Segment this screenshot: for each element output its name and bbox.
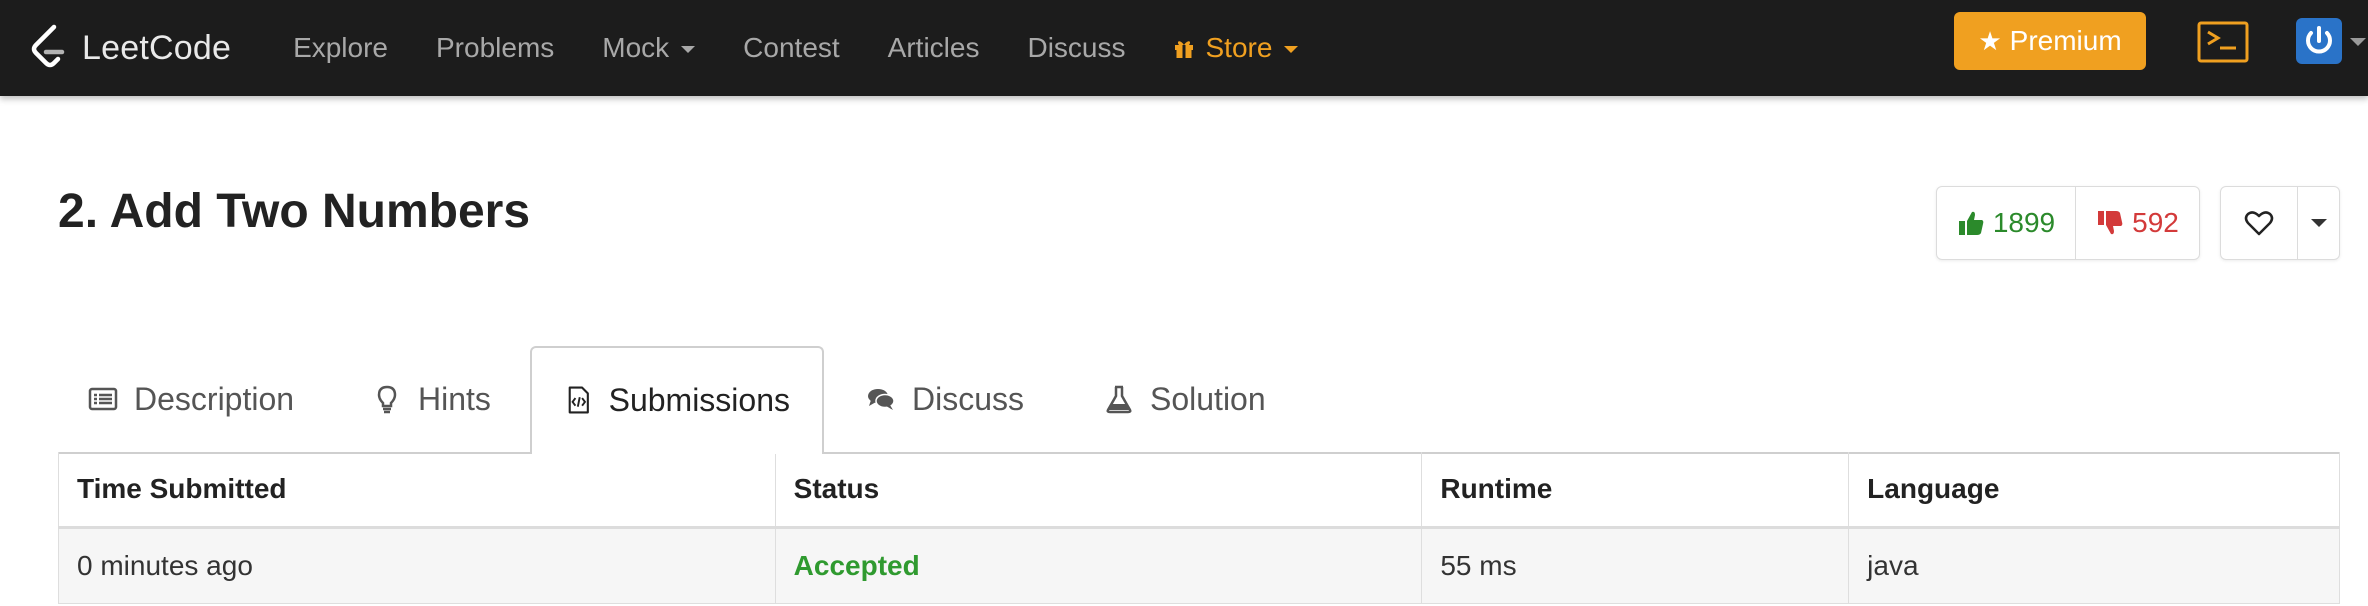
favorite-button[interactable]: [2221, 187, 2298, 259]
brand[interactable]: LeetCode: [26, 23, 231, 73]
nav-mock-label: Mock: [602, 32, 670, 63]
leetcode-logo-icon: [31, 24, 65, 68]
chevron-down-icon: [1284, 45, 1299, 53]
tab-submissions[interactable]: Submissions: [530, 346, 824, 454]
code-file-icon: [568, 386, 589, 414]
comments-icon: [868, 389, 895, 410]
table-row: 0 minutes ago Accepted 55 ms java: [58, 527, 2340, 604]
heart-icon: [2244, 211, 2274, 236]
nav-problems[interactable]: Problems: [436, 32, 554, 64]
tab-solution[interactable]: Solution: [1104, 346, 1266, 452]
cell-time-submitted: 0 minutes ago: [58, 527, 776, 604]
tab-description[interactable]: Description: [88, 346, 294, 452]
submissions-table: Time Submitted Status Runtime Language 0…: [58, 452, 2340, 604]
gift-icon: [1175, 41, 1194, 58]
cell-language: java: [1848, 527, 2340, 604]
tab-hints-label: Hints: [418, 380, 491, 417]
dislike-button[interactable]: 592: [2076, 187, 2199, 259]
tab-solution-label: Solution: [1150, 380, 1266, 417]
nav-discuss-label: Discuss: [1027, 32, 1126, 63]
dislike-count: 592: [2132, 207, 2179, 238]
tab-discuss-label: Discuss: [912, 380, 1025, 417]
column-header-status: Status: [774, 452, 1422, 529]
nav-contest-label: Contest: [743, 32, 840, 63]
tab-description-label: Description: [134, 380, 295, 417]
nav-articles-label: Articles: [887, 32, 980, 63]
nav-store-label: Store: [1205, 32, 1273, 63]
problem-tabs: Description Hints Submissions Discuss So…: [58, 346, 2340, 454]
chevron-down-icon: [2310, 219, 2327, 227]
nav-mock[interactable]: Mock: [602, 32, 696, 64]
nav-articles[interactable]: Articles: [888, 32, 980, 64]
nav-contest[interactable]: Contest: [743, 32, 840, 64]
brand-name: LeetCode: [82, 28, 232, 67]
tab-submissions-label: Submissions: [608, 381, 790, 418]
lightbulb-icon: [377, 385, 397, 414]
nav-explore[interactable]: Explore: [293, 32, 388, 64]
user-menu-power-icon[interactable]: [2296, 18, 2342, 64]
problem-title: 2. Add Two Numbers: [58, 185, 531, 238]
terminal-icon[interactable]: [2196, 20, 2250, 64]
table-header-row: Time Submitted Status Runtime Language: [58, 452, 2340, 529]
tab-hints[interactable]: Hints: [372, 346, 491, 452]
vote-buttons: 1899 592: [1936, 186, 2200, 260]
column-header-runtime: Runtime: [1421, 452, 1849, 529]
thumbs-up-icon: [1958, 211, 1984, 235]
nav-store[interactable]: Store: [1173, 32, 1299, 64]
cell-runtime: 55 ms: [1421, 527, 1849, 604]
description-icon: [88, 387, 118, 411]
star-icon: ★: [1978, 25, 2002, 56]
chevron-down-icon[interactable]: [2350, 38, 2366, 46]
thumbs-down-icon: [2098, 211, 2123, 235]
nav-problems-label: Problems: [436, 32, 555, 63]
cell-status: Accepted: [774, 527, 1422, 604]
nav-explore-label: Explore: [293, 32, 388, 63]
nav-discuss[interactable]: Discuss: [1027, 32, 1125, 64]
nav-links: Explore Problems Mock Contest Articles D…: [269, 32, 1322, 64]
favorite-controls: [2220, 186, 2340, 260]
flask-icon: [1106, 385, 1132, 414]
like-button[interactable]: 1899: [1937, 187, 2076, 259]
premium-label: Premium: [2009, 25, 2122, 56]
chevron-down-icon: [681, 45, 696, 53]
column-header-language: Language: [1848, 452, 2340, 529]
status-accepted-link[interactable]: Accepted: [794, 550, 920, 581]
tab-discuss[interactable]: Discuss: [866, 346, 1024, 452]
favorite-dropdown-button[interactable]: [2298, 187, 2339, 259]
like-count: 1899: [1992, 207, 2056, 238]
top-navbar: LeetCode Explore Problems Mock Contest A…: [0, 0, 2368, 96]
column-header-time: Time Submitted: [58, 452, 776, 529]
premium-button[interactable]: ★ Premium: [1954, 12, 2146, 70]
